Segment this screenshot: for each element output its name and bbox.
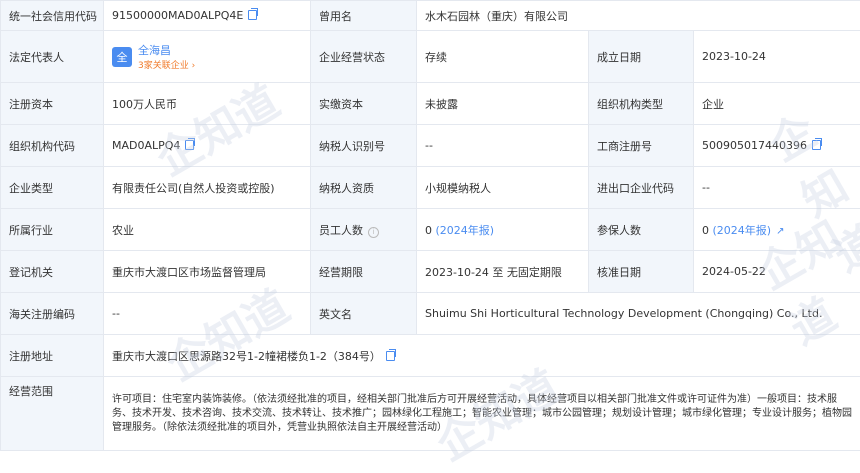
- field-value: 小规模纳税人: [417, 167, 589, 209]
- field-label: 法定代表人: [1, 31, 104, 83]
- table-row: 登记机关 重庆市大渡口区市场监督管理局 经营期限 2023-10-24 至 无固…: [1, 251, 860, 293]
- english-name-value: Shuimu Shi Horticultural Technology Deve…: [417, 293, 860, 335]
- field-label: 参保人数: [589, 209, 694, 251]
- field-label: 企业经营状态: [311, 31, 417, 83]
- field-label: 英文名: [311, 293, 417, 335]
- field-value: 企业: [694, 83, 860, 125]
- table-row: 统一社会信用代码 91500000MAD0ALPQ4E 曾用名 水木石园林（重庆…: [1, 1, 860, 31]
- field-value: 重庆市大渡口区市场监督管理局: [104, 251, 311, 293]
- field-label: 曾用名: [311, 1, 417, 31]
- field-label: 核准日期: [589, 251, 694, 293]
- table-row: 组织机构代码 MAD0ALPQ4 纳税人识别号 -- 工商注册号 5009050…: [1, 125, 860, 167]
- table-row: 经营范围 许可项目：住宅室内装饰装修。（依法须经批准的项目，经相关部门批准后方可…: [1, 377, 860, 451]
- field-label: 统一社会信用代码: [1, 1, 104, 31]
- field-label: 所属行业: [1, 209, 104, 251]
- field-label: 实缴资本: [311, 83, 417, 125]
- field-label: 经营范围: [1, 377, 104, 451]
- company-info-table: 统一社会信用代码 91500000MAD0ALPQ4E 曾用名 水木石园林（重庆…: [0, 0, 860, 451]
- insured-count-value: 0: [702, 224, 709, 237]
- field-label: 海关注册编码: [1, 293, 104, 335]
- field-label: 组织机构类型: [589, 83, 694, 125]
- field-value: 100万人民币: [104, 83, 311, 125]
- legal-rep-name-link[interactable]: 全海昌: [138, 42, 195, 58]
- field-value: 有限责任公司(自然人投资或控股): [104, 167, 311, 209]
- table-row: 所属行业 农业 员工人数 i 0 (2024年报) 参保人数 0 (2024年报)…: [1, 209, 860, 251]
- annual-report-link[interactable]: (2024年报): [713, 224, 772, 237]
- business-scope-value: 许可项目：住宅室内装饰装修。（依法须经批准的项目，经相关部门批准后方可开展经营活…: [104, 377, 860, 451]
- table-row: 企业类型 有限责任公司(自然人投资或控股) 纳税人资质 小规模纳税人 进出口企业…: [1, 167, 860, 209]
- annual-report-link[interactable]: (2024年报): [436, 224, 495, 237]
- field-label: 企业类型: [1, 167, 104, 209]
- copy-icon[interactable]: [185, 140, 194, 150]
- field-label: 经营期限: [311, 251, 417, 293]
- field-value: 2023-10-24 至 无固定期限: [417, 251, 589, 293]
- reg-number-value: 500905017440396: [702, 139, 807, 152]
- field-value: --: [417, 125, 589, 167]
- field-label: 注册地址: [1, 335, 104, 377]
- avatar: 全: [112, 47, 132, 67]
- org-code-value: MAD0ALPQ4: [112, 139, 180, 152]
- table-row: 海关注册编码 -- 英文名 Shuimu Shi Horticultural T…: [1, 293, 860, 335]
- table-row: 法定代表人 全 全海昌 3家关联企业 › 企业经营状态 存续 成立日期 2023…: [1, 31, 860, 83]
- status-value: 存续: [417, 31, 589, 83]
- table-row: 注册地址 重庆市大渡口区思源路32号1-2幢裙楼负1-2（384号）: [1, 335, 860, 377]
- field-value: 2024-05-22: [694, 251, 860, 293]
- field-label: 成立日期: [589, 31, 694, 83]
- field-label: 工商注册号: [589, 125, 694, 167]
- copy-icon[interactable]: [386, 351, 395, 361]
- credit-code-value: 91500000MAD0ALPQ4E: [112, 9, 243, 22]
- field-label: 登记机关: [1, 251, 104, 293]
- field-label: 注册资本: [1, 83, 104, 125]
- former-name-value: 水木石园林（重庆）有限公司: [417, 1, 860, 31]
- founded-date-value: 2023-10-24: [694, 31, 860, 83]
- field-label: 员工人数: [319, 224, 363, 237]
- field-value: 农业: [104, 209, 311, 251]
- copy-icon[interactable]: [248, 10, 257, 20]
- copy-icon[interactable]: [812, 140, 821, 150]
- address-value: 重庆市大渡口区思源路32号1-2幢裙楼负1-2（384号）: [112, 350, 381, 363]
- field-value: 未披露: [417, 83, 589, 125]
- table-row: 注册资本 100万人民币 实缴资本 未披露 组织机构类型 企业: [1, 83, 860, 125]
- field-value: --: [104, 293, 311, 335]
- field-label: 纳税人资质: [311, 167, 417, 209]
- employee-count-value: 0: [425, 224, 432, 237]
- field-label: 组织机构代码: [1, 125, 104, 167]
- field-label: 纳税人识别号: [311, 125, 417, 167]
- field-value: --: [694, 167, 860, 209]
- legal-rep: 全 全海昌 3家关联企业 ›: [112, 42, 302, 71]
- field-label: 进出口企业代码: [589, 167, 694, 209]
- trend-chart-icon[interactable]: ↗: [776, 226, 784, 237]
- related-companies-link[interactable]: 3家关联企业 ›: [138, 58, 195, 71]
- help-icon[interactable]: i: [368, 227, 379, 238]
